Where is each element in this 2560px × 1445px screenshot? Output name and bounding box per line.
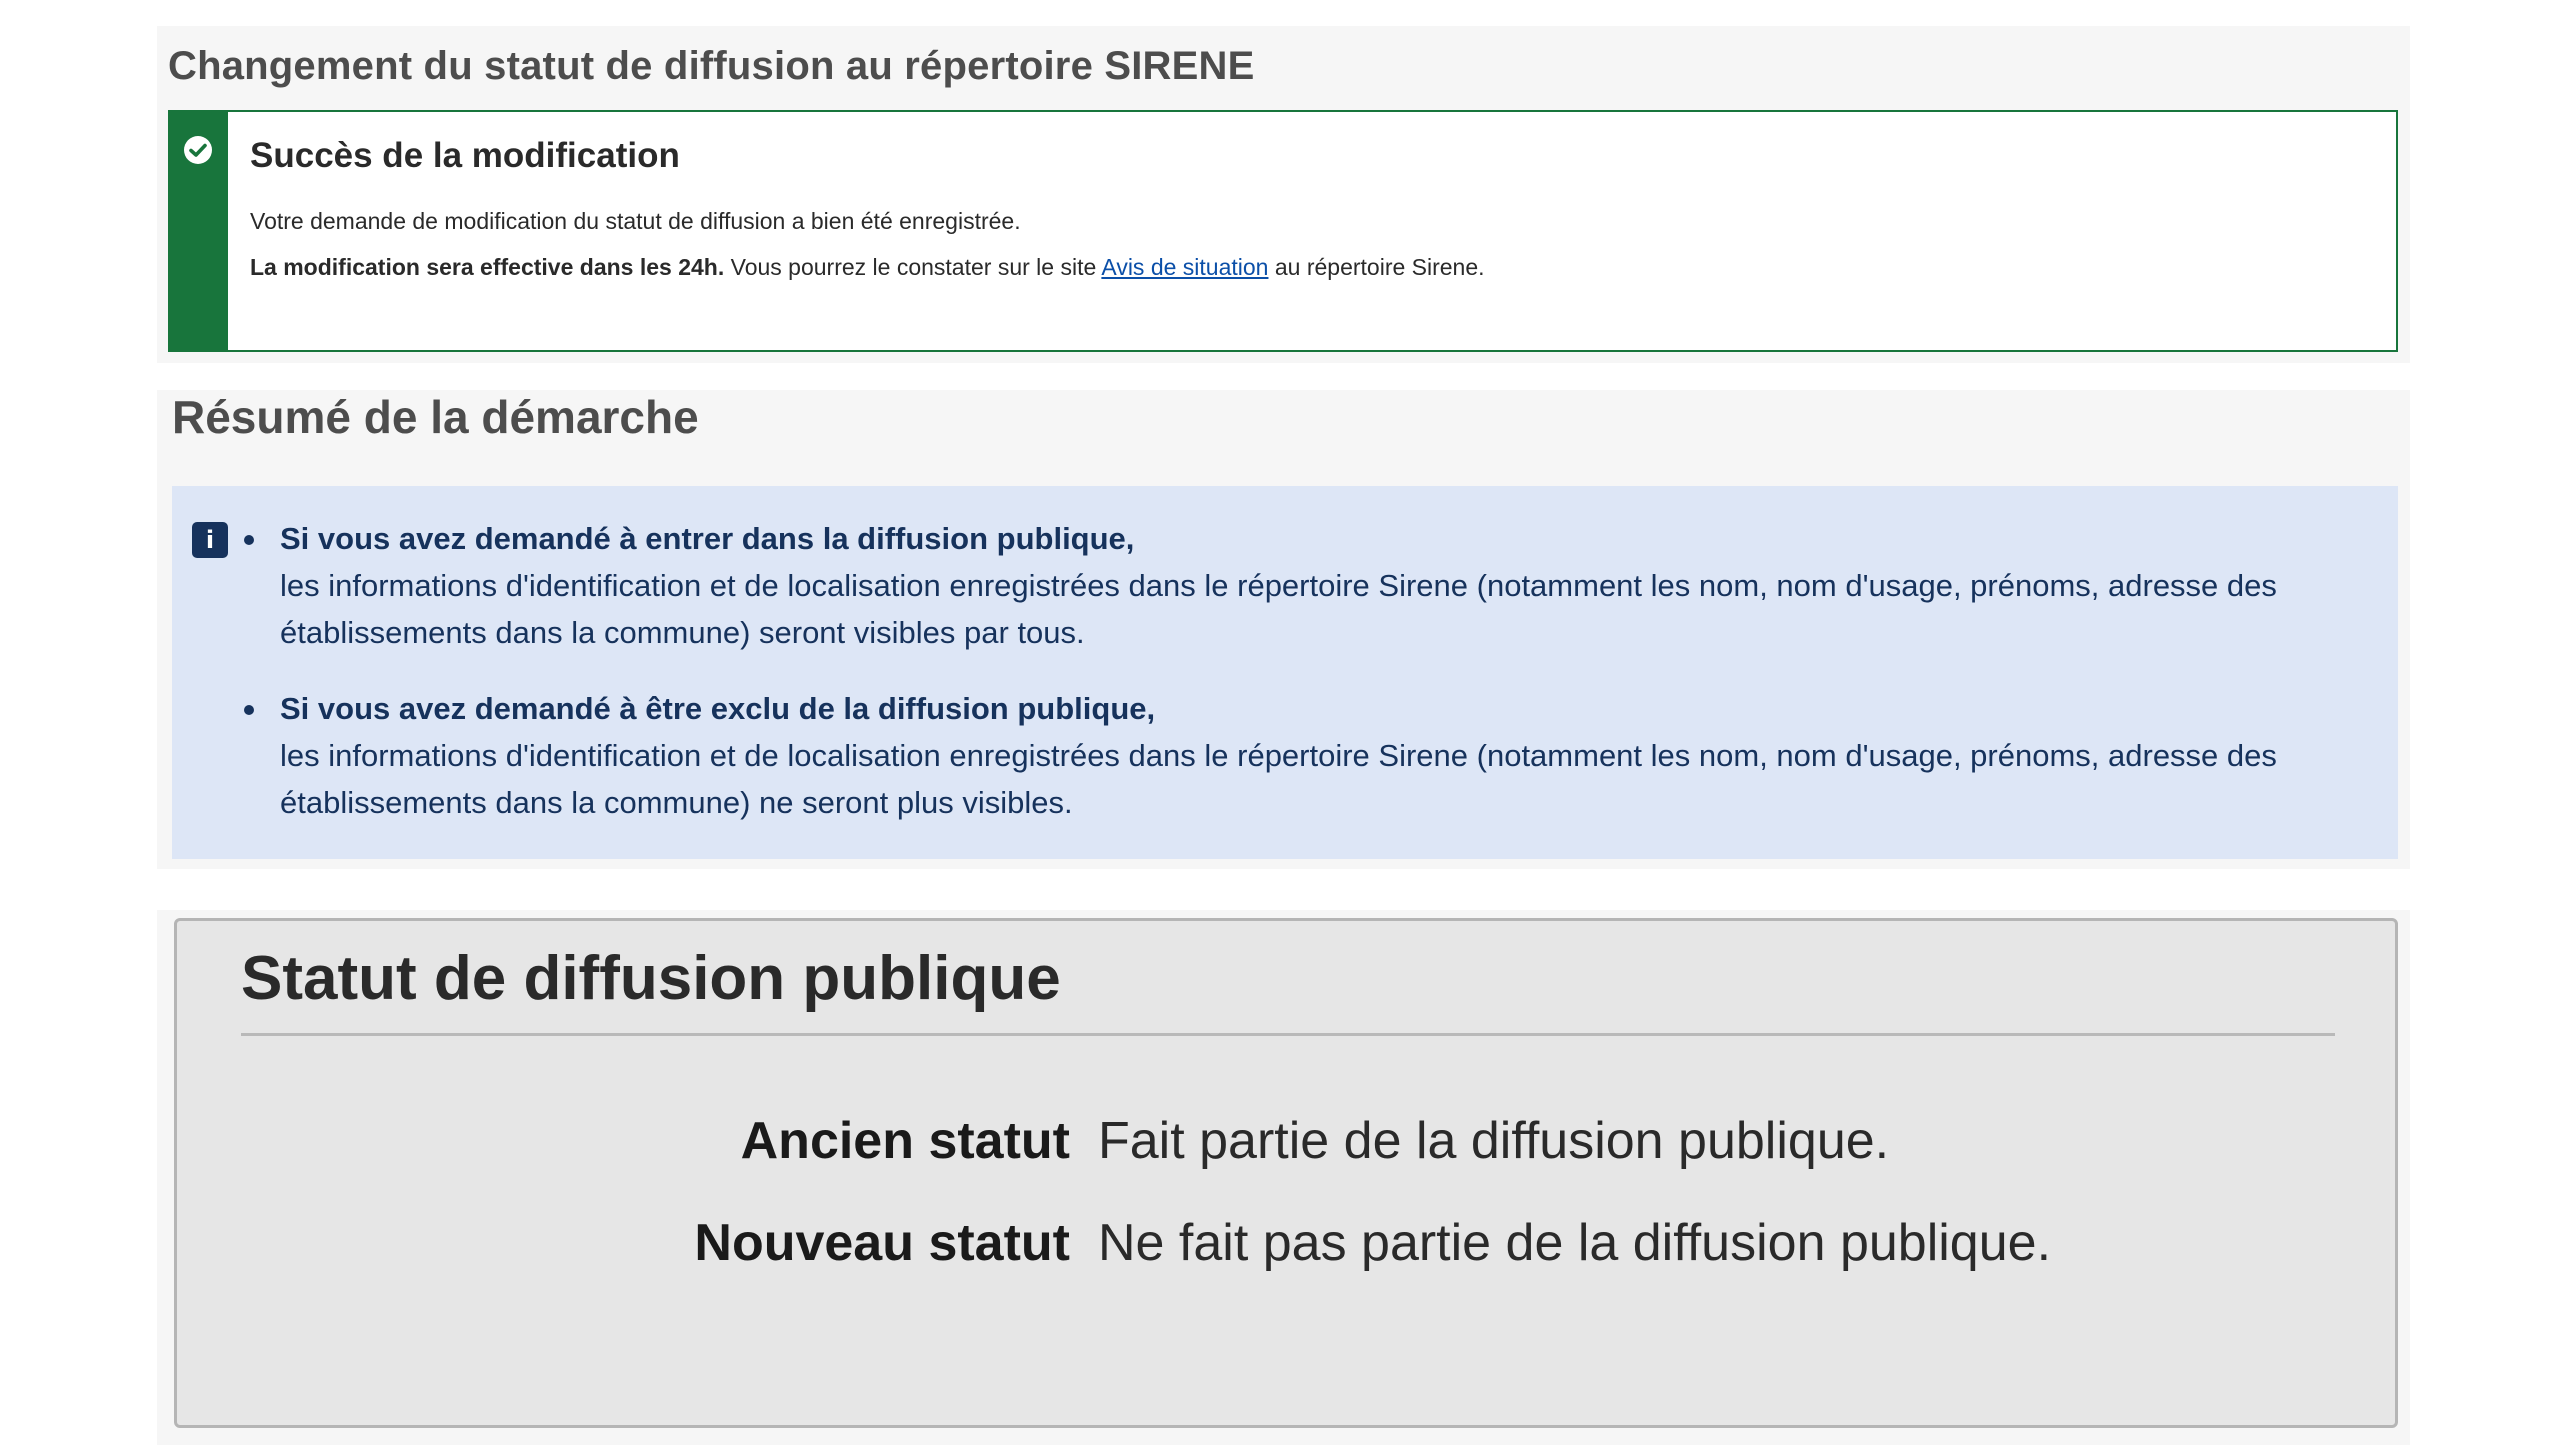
old-status-row: Ancien statut Fait partie de la diffusio… — [177, 1111, 2395, 1181]
confirmation-section: Changement du statut de diffusion au rép… — [157, 26, 2410, 363]
summary-section: Résumé de la démarche i Si vous avez dem… — [157, 390, 2410, 869]
bullet-icon — [244, 535, 254, 545]
success-message: Votre demande de modification du statut … — [250, 208, 1021, 234]
info-list: Si vous avez demandé à entrer dans la di… — [244, 516, 2374, 856]
status-title: Statut de diffusion publique — [241, 944, 1061, 1013]
info-item-lead: Si vous avez demandé à entrer dans la di… — [280, 521, 1135, 556]
avis-de-situation-link[interactable]: Avis de situation — [1101, 254, 1268, 280]
status-section: Statut de diffusion publique Ancien stat… — [157, 910, 2410, 1445]
check-circle-icon — [184, 136, 212, 164]
list-item: Si vous avez demandé à entrer dans la di… — [244, 516, 2374, 656]
info-item-lead: Si vous avez demandé à être exclu de la … — [280, 691, 1156, 726]
status-panel: Statut de diffusion publique Ancien stat… — [174, 918, 2398, 1428]
old-status-value: Fait partie de la diffusion publique. — [1098, 1112, 1890, 1170]
list-item: Si vous avez demandé à être exclu de la … — [244, 686, 2374, 826]
bullet-icon — [244, 705, 254, 715]
divider — [241, 1033, 2335, 1036]
summary-title: Résumé de la démarche — [172, 391, 699, 443]
old-status-label: Ancien statut — [740, 1112, 1070, 1170]
info-notice: i Si vous avez demandé à entrer dans la … — [172, 486, 2398, 859]
success-detail-text: Vous pourrez le constater sur le site — [724, 254, 1102, 280]
success-detail: La modification sera effective dans les … — [250, 254, 1485, 281]
page-title: Changement du statut de diffusion au rép… — [168, 44, 1255, 88]
new-status-value: Ne fait pas partie de la diffusion publi… — [1098, 1214, 2052, 1272]
info-item-text: les informations d'identification et de … — [280, 568, 2277, 650]
success-detail-suffix: au répertoire Sirene. — [1268, 254, 1485, 280]
effective-delay-text: La modification sera effective dans les … — [250, 254, 725, 280]
success-alert-bar — [170, 112, 228, 350]
new-status-label: Nouveau statut — [694, 1214, 1070, 1272]
info-item-text: les informations d'identification et de … — [280, 738, 2277, 820]
info-icon: i — [192, 522, 228, 558]
new-status-row: Nouveau statut Ne fait pas partie de la … — [177, 1213, 2395, 1283]
success-title: Succès de la modification — [250, 136, 680, 175]
success-alert: Succès de la modification Votre demande … — [168, 110, 2398, 352]
